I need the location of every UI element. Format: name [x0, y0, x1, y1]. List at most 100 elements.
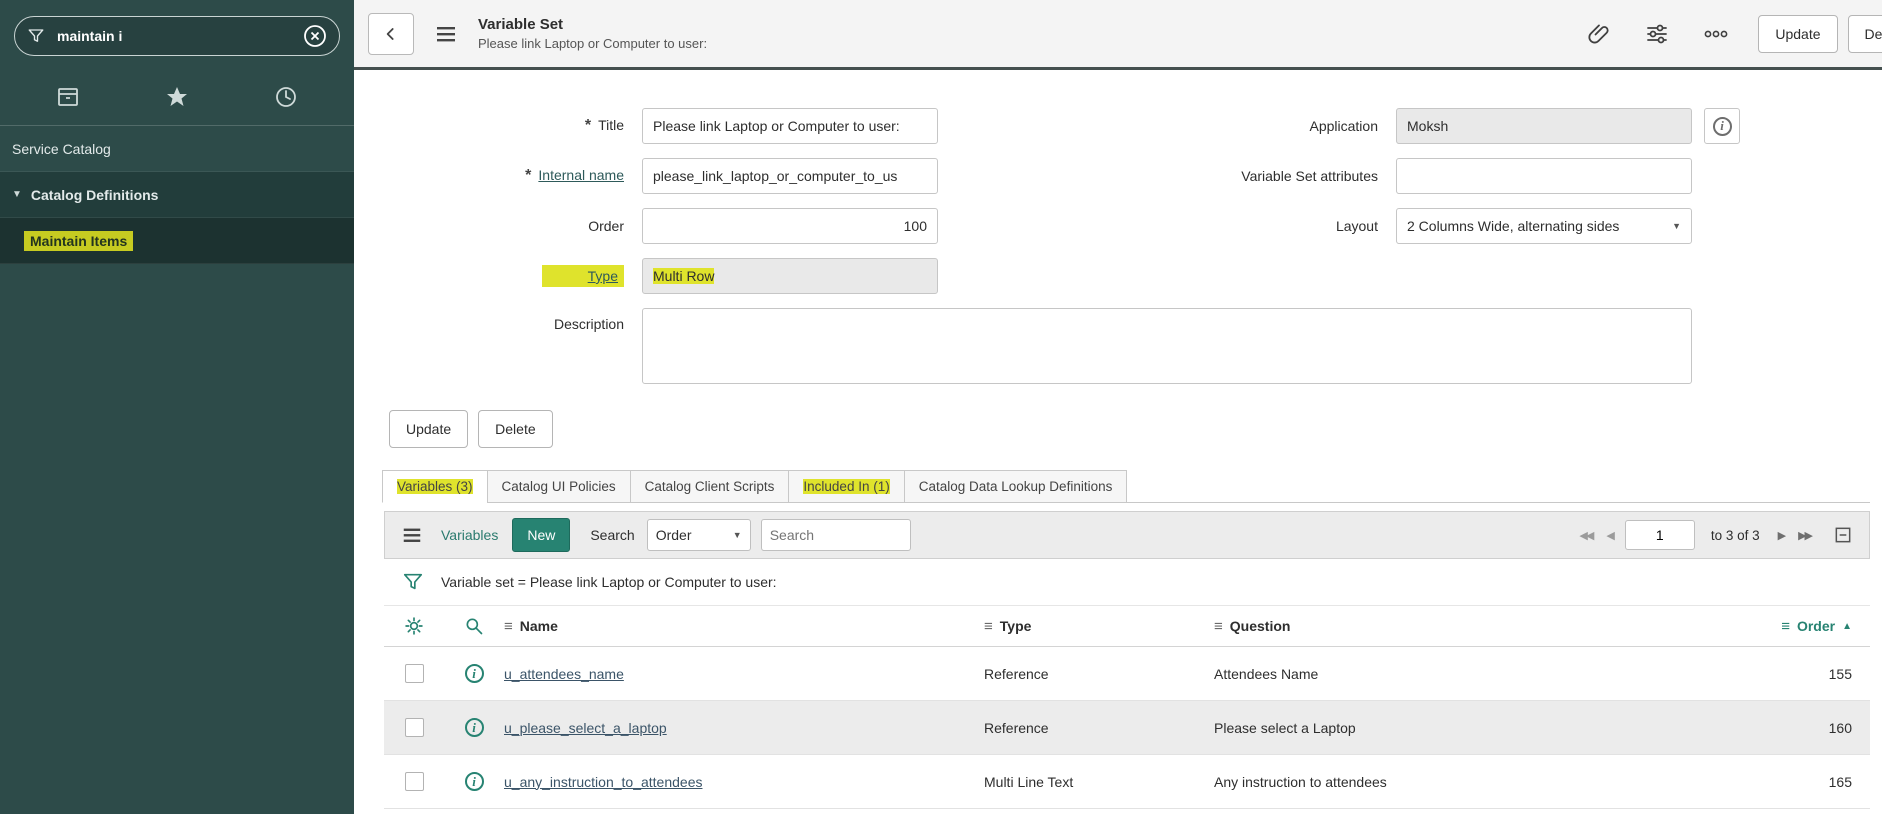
layout-select[interactable]: 2 Columns Wide, alternating sides ▼	[1396, 208, 1692, 244]
clear-search-icon[interactable]	[303, 24, 327, 48]
column-menu-icon[interactable]: ≡	[984, 618, 993, 635]
column-menu-icon[interactable]: ≡	[504, 618, 513, 635]
sidebar-menu: Service Catalog ▼ Catalog Definitions Ma…	[0, 126, 354, 264]
table-row: u_attendees_name Reference Attendees Nam…	[384, 647, 1870, 701]
update-button[interactable]: Update	[389, 410, 469, 448]
history-clock-icon[interactable]	[268, 84, 304, 110]
more-options-icon[interactable]	[1697, 21, 1735, 47]
tab-variables[interactable]: Variables (3)	[382, 470, 488, 503]
pagination: ◀◀ ◀ to 3 of 3 ▶ ▶▶	[1577, 520, 1813, 550]
sidebar-item-label: Maintain Items	[24, 230, 134, 251]
column-menu-icon[interactable]: ≡	[1781, 618, 1790, 635]
info-icon	[1712, 116, 1732, 136]
order-field[interactable]	[642, 208, 938, 244]
column-header-type[interactable]: ≡ Type	[984, 618, 1214, 635]
last-page-icon[interactable]: ▶▶	[1796, 529, 1813, 542]
list-context-menu-icon[interactable]	[395, 523, 429, 547]
row-type-cell: Multi Line Text	[984, 773, 1074, 790]
sort-ascending-icon: ▲	[1842, 620, 1852, 632]
row-info-icon[interactable]	[464, 772, 484, 791]
row-name-link[interactable]: u_attendees_name	[504, 666, 984, 682]
personalize-sliders-icon[interactable]	[1639, 21, 1675, 47]
form-titles: Variable Set Please link Laptop or Compu…	[478, 16, 707, 51]
row-select-cell	[384, 772, 444, 791]
list-filter-row: Variable set = Please link Laptop or Com…	[384, 559, 1870, 605]
back-button[interactable]	[368, 12, 414, 55]
header-update-button[interactable]: Update	[1758, 14, 1838, 53]
header-delete-button[interactable]: Delete	[1847, 14, 1882, 53]
attributes-field[interactable]	[1396, 158, 1692, 194]
type-field: Multi Row	[642, 258, 938, 294]
row-checkbox[interactable]	[405, 718, 424, 737]
row-name-link[interactable]: u_any_instruction_to_attendees	[504, 774, 984, 790]
row-name-link[interactable]: u_please_select_a_laptop	[504, 720, 984, 736]
variable-set-form: *Title Application Moksh *Internal name	[354, 70, 1882, 384]
table-row: u_any_instruction_to_attendees Multi Lin…	[384, 755, 1870, 809]
all-applications-icon[interactable]	[50, 84, 86, 110]
row-checkbox[interactable]	[405, 664, 424, 683]
sidebar-item-catalog-definitions[interactable]: ▼ Catalog Definitions	[0, 172, 354, 218]
form-context-menu-icon[interactable]	[428, 21, 464, 47]
tab-catalog-data-lookup-definitions[interactable]: Catalog Data Lookup Definitions	[903, 470, 1128, 503]
row-question-cell: Attendees Name	[1214, 665, 1319, 682]
list-header-row: ≡ Name ≡ Type ≡ Question ≡ Order ▲	[384, 605, 1870, 647]
description-field[interactable]	[642, 308, 1692, 384]
first-page-icon[interactable]: ◀◀	[1577, 529, 1594, 542]
row-type-cell: Reference	[984, 665, 1049, 682]
title-field[interactable]	[642, 108, 938, 144]
filter-breadcrumb[interactable]: Variable set = Please link Laptop or Com…	[441, 574, 777, 590]
collapse-list-icon[interactable]	[1827, 524, 1859, 546]
sidebar-search-area	[0, 0, 354, 68]
filter-funnel-icon[interactable]	[402, 571, 424, 593]
tab-catalog-client-scripts[interactable]: Catalog Client Scripts	[629, 470, 790, 503]
application-field-group: Moksh	[1396, 108, 1882, 144]
required-marker-icon: *	[525, 167, 532, 184]
favorites-star-icon[interactable]	[159, 84, 195, 110]
chevron-down-icon: ▼	[1672, 221, 1681, 231]
column-menu-icon[interactable]: ≡	[1214, 618, 1223, 635]
sidebar-nav-tabs	[0, 68, 354, 126]
form-header: Variable Set Please link Laptop or Compu…	[354, 0, 1882, 70]
row-checkbox[interactable]	[405, 772, 424, 791]
list-search-input[interactable]	[760, 519, 911, 551]
table-row: u_please_select_a_laptop Reference Pleas…	[384, 701, 1870, 755]
sidebar-filter-input[interactable]	[55, 27, 303, 45]
type-label: Type	[354, 265, 642, 287]
list-settings-gear-icon[interactable]	[384, 615, 444, 637]
new-button[interactable]: New	[512, 518, 571, 552]
tab-catalog-ui-policies[interactable]: Catalog UI Policies	[486, 470, 631, 503]
column-header-order[interactable]: ≡ Order ▲	[1714, 618, 1870, 635]
search-field-select[interactable]: Order ▼	[646, 519, 751, 551]
application-info-button[interactable]	[1704, 108, 1740, 144]
page-number-input[interactable]	[1624, 520, 1695, 550]
list-toolbar: Variables New Search Order ▼ ◀◀ ◀ to 3 o…	[384, 511, 1870, 559]
list-title-link[interactable]: Variables	[441, 527, 498, 543]
row-info-icon[interactable]	[464, 718, 484, 737]
attributes-label: Variable Set attributes	[1241, 168, 1378, 184]
row-question-cell: Any instruction to attendees	[1214, 773, 1387, 790]
sidebar-item-service-catalog[interactable]: Service Catalog	[0, 126, 354, 172]
layout-label: Layout	[1335, 218, 1378, 234]
previous-page-icon[interactable]: ◀	[1604, 529, 1615, 542]
row-info-icon[interactable]	[464, 664, 484, 683]
internal-name-field[interactable]	[642, 158, 938, 194]
page-subtitle: Please link Laptop or Computer to user:	[478, 36, 708, 51]
column-header-question[interactable]: ≡ Question	[1214, 618, 1714, 635]
title-label: * Title	[584, 117, 624, 134]
tab-included-in[interactable]: Included In (1)	[788, 470, 905, 503]
column-header-name[interactable]: ≡ Name	[504, 618, 984, 635]
order-label: Order	[588, 218, 624, 234]
related-lists-tabbar: Variables (3) Catalog UI Policies Catalo…	[382, 470, 1870, 503]
next-page-icon[interactable]: ▶	[1776, 529, 1787, 542]
form-content: *Title Application Moksh *Internal name	[354, 70, 1882, 814]
collapse-caret-icon: ▼	[12, 189, 22, 200]
row-question-cell: Please select a Laptop	[1214, 719, 1356, 736]
list-search-icon[interactable]	[444, 615, 504, 637]
sidebar-item-label: Service Catalog	[12, 140, 111, 157]
main-area: Variable Set Please link Laptop or Compu…	[354, 0, 1882, 814]
attachment-paperclip-icon[interactable]	[1581, 21, 1617, 47]
sidebar-item-maintain-items[interactable]: Maintain Items	[0, 218, 354, 264]
search-label: Search	[590, 527, 635, 543]
delete-button[interactable]: Delete	[478, 410, 553, 448]
sidebar-filter-box[interactable]	[14, 16, 340, 56]
